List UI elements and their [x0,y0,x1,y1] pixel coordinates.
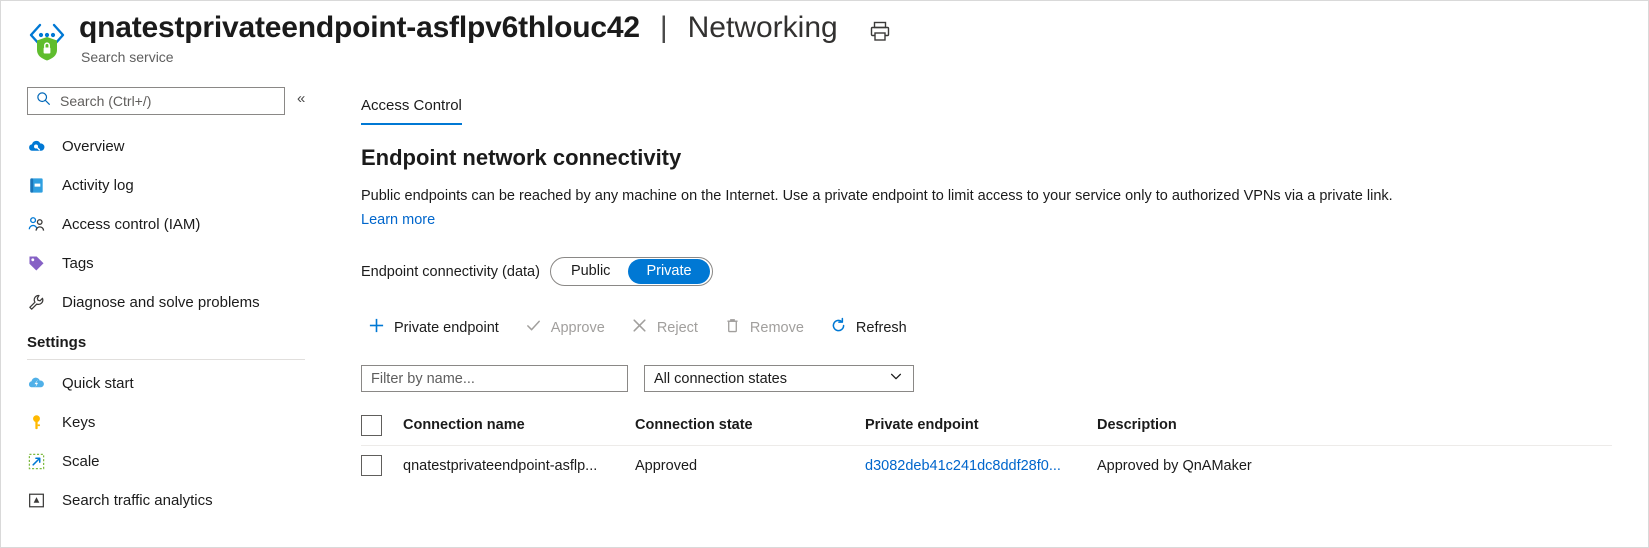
wrench-icon [27,293,46,312]
cell-connection-name: qnatestprivateendpoint-asflp... [403,458,635,474]
sidebar-item-label: Activity log [62,177,134,194]
resource-type-label: Search service [81,49,174,65]
tag-icon [27,254,46,273]
column-header-private-endpoint: Private endpoint [865,417,1097,433]
approve-button[interactable]: Approve [514,311,616,344]
azure-cognitive-search-icon [27,19,67,61]
command-label: Remove [750,320,804,336]
filter-by-name-input[interactable] [361,365,628,392]
sidebar-item-label: Diagnose and solve problems [62,294,260,311]
cell-description: Approved by QnAMaker [1097,458,1612,474]
row-checkbox[interactable] [361,455,382,476]
sidebar-search[interactable] [27,87,285,115]
chevron-down-icon [889,369,903,388]
sidebar-item-label: Keys [62,414,95,431]
sidebar-nav: Overview Activity log [1,127,341,520]
section-title: Endpoint network connectivity [361,145,681,171]
refresh-icon [830,317,847,338]
cloud-icon [27,137,46,156]
quick-start-cloud-icon [27,374,46,393]
collapse-sidebar-icon[interactable]: « [297,91,305,106]
endpoint-connectivity-toggle[interactable]: Public Private [550,257,713,286]
print-icon[interactable] [868,19,892,43]
learn-more-link[interactable]: Learn more [361,212,435,228]
page-title: qnatestprivateendpoint-asflpv6thlouc42 |… [79,11,892,45]
tab-access-control[interactable]: Access Control [361,97,462,125]
sidebar: « Overview [1,79,341,548]
sidebar-item-access-control[interactable]: Access control (IAM) [1,205,341,244]
sidebar-divider [27,359,305,360]
key-icon [27,413,46,432]
sidebar-item-label: Tags [62,255,94,272]
endpoint-connectivity-row: Endpoint connectivity (data) Public Priv… [361,257,713,286]
activity-log-icon [27,176,46,195]
scale-icon [27,452,46,471]
plus-icon [368,317,385,338]
sidebar-item-overview[interactable]: Overview [1,127,341,166]
column-header-connection-name: Connection name [403,417,635,433]
command-label: Private endpoint [394,320,499,336]
reject-button[interactable]: Reject [620,311,709,344]
remove-button[interactable]: Remove [713,311,815,344]
title-separator: | [660,11,668,45]
connection-state-value: All connection states [654,371,787,387]
command-label: Approve [551,320,605,336]
column-header-connection-state: Connection state [635,417,865,433]
search-input[interactable] [58,92,276,110]
refresh-button[interactable]: Refresh [819,311,918,344]
resource-name: qnatestprivateendpoint-asflpv6thlouc42 [79,11,640,45]
private-endpoint-connections-table: Connection name Connection state Private… [361,405,1612,485]
sidebar-item-tags[interactable]: Tags [1,244,341,283]
people-icon [27,215,46,234]
sidebar-item-label: Search traffic analytics [62,492,213,509]
cell-private-endpoint-link[interactable]: d3082deb41c241dc8ddf28f0... [865,458,1097,474]
command-label: Reject [657,320,698,336]
endpoint-connectivity-label: Endpoint connectivity (data) [361,264,540,280]
trash-icon [724,317,741,338]
section-description: Public endpoints can be reached by any m… [361,187,1608,206]
azure-portal-networking-screen: qnatestprivateendpoint-asflpv6thlouc42 |… [0,0,1649,548]
sidebar-item-search-traffic-analytics[interactable]: Search traffic analytics [1,481,341,520]
main-content: Access Control Endpoint network connecti… [341,79,1648,547]
sidebar-item-keys[interactable]: Keys [1,403,341,442]
sidebar-item-label: Access control (IAM) [62,216,200,233]
page-header: qnatestprivateendpoint-asflpv6thlouc42 |… [1,1,1648,79]
filter-row: All connection states [361,365,914,392]
sidebar-section-settings: Settings [1,322,341,351]
cell-connection-state: Approved [635,458,865,474]
sidebar-item-diagnose[interactable]: Diagnose and solve problems [1,283,341,322]
analytics-icon [27,491,46,510]
check-icon [525,317,542,338]
tab-bar: Access Control [361,97,462,125]
command-label: Refresh [856,320,907,336]
connection-state-select[interactable]: All connection states [644,365,914,392]
page-name: Networking [688,11,838,45]
sidebar-item-label: Scale [62,453,100,470]
column-header-description: Description [1097,417,1612,433]
sidebar-item-label: Overview [62,138,125,155]
sidebar-item-activity-log[interactable]: Activity log [1,166,341,205]
x-icon [631,317,648,338]
toggle-option-public[interactable]: Public [553,259,629,284]
select-all-checkbox[interactable] [361,415,382,436]
toggle-option-private[interactable]: Private [628,259,709,284]
sidebar-item-label: Quick start [62,375,134,392]
command-bar: Private endpoint Approve Reject [357,311,918,344]
private-endpoint-button[interactable]: Private endpoint [357,311,510,344]
sidebar-item-quick-start[interactable]: Quick start [1,364,341,403]
table-header-row: Connection name Connection state Private… [361,405,1612,445]
table-row[interactable]: qnatestprivateendpoint-asflp... Approved… [361,445,1612,485]
search-icon [36,91,51,111]
sidebar-item-scale[interactable]: Scale [1,442,341,481]
